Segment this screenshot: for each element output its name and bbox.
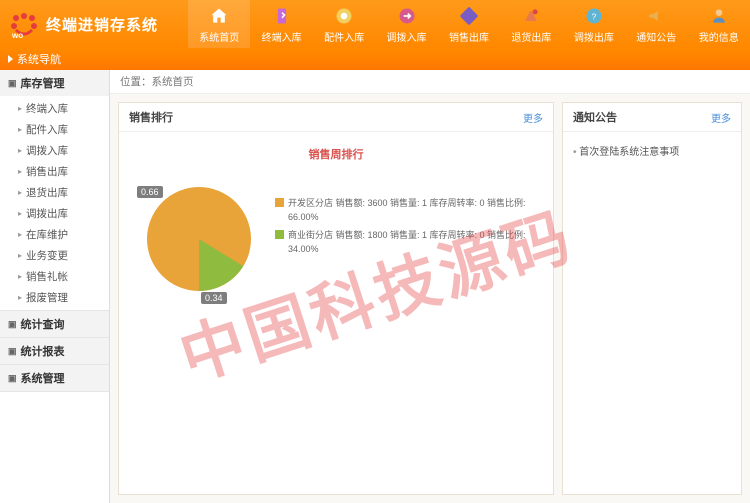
sidebar-group-inventory: ▣ 库存管理 终端入库 配件入库 调拨入库 销售出库 退货出库 调拨出库 在库维护…: [0, 70, 109, 311]
chart-area: 0.66 0.34 开发区分店 销售额: 3600 销售量: 1 库存周转率: …: [129, 168, 543, 310]
more-link[interactable]: 更多: [523, 110, 543, 125]
nav-label: 销售出库: [449, 29, 489, 44]
chart-legend: 开发区分店 销售额: 3600 销售量: 1 库存周转率: 0 销售比例: 66…: [275, 196, 543, 260]
notice-panel: 通知公告 更多 首次登陆系统注意事项: [562, 102, 742, 495]
sidebar-item[interactable]: 报废管理: [0, 287, 109, 308]
breadcrumb: 位置：系统首页: [110, 70, 750, 94]
subnav-label: 系统导航: [17, 51, 61, 67]
main-area: ▣ 库存管理 终端入库 配件入库 调拨入库 销售出库 退货出库 调拨出库 在库维护…: [0, 70, 750, 503]
home-icon: [208, 5, 230, 27]
panel-title: 销售排行: [129, 109, 173, 125]
sidebar-item[interactable]: 销售出库: [0, 161, 109, 182]
breadcrumb-prefix: 位置：: [120, 76, 152, 88]
notice-item[interactable]: 首次登陆系统注意事项: [573, 140, 731, 161]
nav-home[interactable]: 系统首页: [188, 0, 250, 48]
legend-swatch-icon: [275, 198, 284, 207]
group-title: 统计查询: [21, 316, 65, 332]
breadcrumb-value: 系统首页: [152, 76, 194, 88]
legend-row-1: 商业街分店 销售额: 1800 销售量: 1 库存周转率: 0 销售比例: 34…: [275, 228, 543, 257]
nav-terminal-in[interactable]: 终端入库: [250, 0, 312, 48]
panel-head: 销售排行 更多: [119, 103, 553, 132]
sidebar-head-stats[interactable]: ▣ 统计查询: [0, 311, 109, 337]
logo-area: wo 终端进销存系统: [0, 10, 188, 38]
nav-notice[interactable]: 通知公告: [625, 0, 687, 48]
sidebar-group-system: ▣ 系统管理: [0, 365, 109, 392]
nav-transfer-out[interactable]: ? 调拨出库: [563, 0, 625, 48]
collapse-icon: ▣: [8, 346, 17, 357]
sub-header: 系统导航: [0, 48, 750, 70]
svg-text:wo: wo: [11, 31, 23, 38]
content: 位置：系统首页 销售排行 更多 销售周排行 0: [110, 70, 750, 503]
sidebar-head-reports[interactable]: ▣ 统计报表: [0, 338, 109, 364]
parts-icon: [333, 5, 355, 27]
pie-chart: 0.66 0.34: [129, 168, 269, 310]
sidebar-items: 终端入库 配件入库 调拨入库 销售出库 退货出库 调拨出库 在库维护 业务变更 …: [0, 96, 109, 310]
collapse-icon: ▣: [8, 319, 17, 330]
nav-label: 通知公告: [636, 29, 676, 44]
sidebar-item[interactable]: 配件入库: [0, 119, 109, 140]
sidebar-item[interactable]: 调拨入库: [0, 140, 109, 161]
sidebar: ▣ 库存管理 终端入库 配件入库 调拨入库 销售出库 退货出库 调拨出库 在库维护…: [0, 70, 110, 503]
collapse-icon: ▣: [8, 373, 17, 384]
panel-body: 首次登陆系统注意事项: [563, 132, 741, 169]
sales-rank-panel: 销售排行 更多 销售周排行 0.66 0.34: [118, 102, 554, 495]
panel-head: 通知公告 更多: [563, 103, 741, 132]
nav-label: 配件入库: [324, 29, 364, 44]
device-in-icon: [271, 5, 293, 27]
nav-parts-in[interactable]: 配件入库: [313, 0, 375, 48]
subnav-toggle[interactable]: 系统导航: [0, 51, 110, 67]
nav-return-out[interactable]: 退货出库: [500, 0, 562, 48]
top-nav: 系统首页 终端入库 配件入库 调拨入库 销售出库 退货出库 ? 调拨出库 通知公: [188, 0, 750, 48]
sidebar-item[interactable]: 在库维护: [0, 224, 109, 245]
sidebar-head-inventory[interactable]: ▣ 库存管理: [0, 70, 109, 96]
slice-label-0: 0.66: [137, 186, 163, 198]
group-title: 系统管理: [21, 370, 65, 386]
sales-icon: [458, 5, 480, 27]
nav-label: 系统首页: [199, 29, 239, 44]
nav-transfer-in[interactable]: 调拨入库: [375, 0, 437, 48]
user-icon: [708, 5, 730, 27]
group-title: 统计报表: [21, 343, 65, 359]
svg-text:?: ?: [592, 11, 597, 21]
panel-title: 通知公告: [573, 109, 617, 125]
sidebar-item[interactable]: 退货出库: [0, 182, 109, 203]
arrow-right-icon: [8, 55, 13, 63]
sidebar-group-reports: ▣ 统计报表: [0, 338, 109, 365]
nav-sales-out[interactable]: 销售出库: [438, 0, 500, 48]
legend-text-1: 商业街分店 销售额: 1800 销售量: 1 库存周转率: 0 销售比例: 34…: [288, 228, 543, 257]
return-icon: [520, 5, 542, 27]
sidebar-item[interactable]: 业务变更: [0, 245, 109, 266]
transfer-in-icon: [396, 5, 418, 27]
sidebar-item[interactable]: 销售礼帐: [0, 266, 109, 287]
legend-swatch-icon: [275, 230, 284, 239]
legend-text-0: 开发区分店 销售额: 3600 销售量: 1 库存周转率: 0 销售比例: 66…: [288, 196, 543, 225]
sidebar-item[interactable]: 终端入库: [0, 98, 109, 119]
app-header: wo 终端进销存系统 系统首页 终端入库 配件入库 调拨入库 销售出库 退货出库: [0, 0, 750, 48]
panel-body: 销售周排行 0.66 0.34: [119, 132, 553, 318]
nav-label: 退货出库: [511, 29, 551, 44]
nav-label: 调拨出库: [574, 29, 614, 44]
chart-title: 销售周排行: [129, 146, 543, 162]
content-body: 销售排行 更多 销售周排行 0.66 0.34: [110, 94, 750, 503]
nav-label: 调拨入库: [387, 29, 427, 44]
megaphone-icon: [645, 5, 667, 27]
sidebar-item[interactable]: 调拨出库: [0, 203, 109, 224]
nav-label: 终端入库: [262, 29, 302, 44]
nav-label: 我的信息: [699, 29, 739, 44]
collapse-icon: ▣: [8, 78, 17, 89]
transfer-out-icon: ?: [583, 5, 605, 27]
group-title: 库存管理: [21, 75, 65, 91]
sidebar-group-stats: ▣ 统计查询: [0, 311, 109, 338]
system-title: 终端进销存系统: [46, 14, 158, 35]
unicom-logo-icon: wo: [8, 10, 40, 38]
more-link[interactable]: 更多: [711, 110, 731, 125]
nav-profile[interactable]: 我的信息: [688, 0, 750, 48]
slice-label-1: 0.34: [201, 292, 227, 304]
sidebar-head-system[interactable]: ▣ 系统管理: [0, 365, 109, 391]
legend-row-0: 开发区分店 销售额: 3600 销售量: 1 库存周转率: 0 销售比例: 66…: [275, 196, 543, 225]
